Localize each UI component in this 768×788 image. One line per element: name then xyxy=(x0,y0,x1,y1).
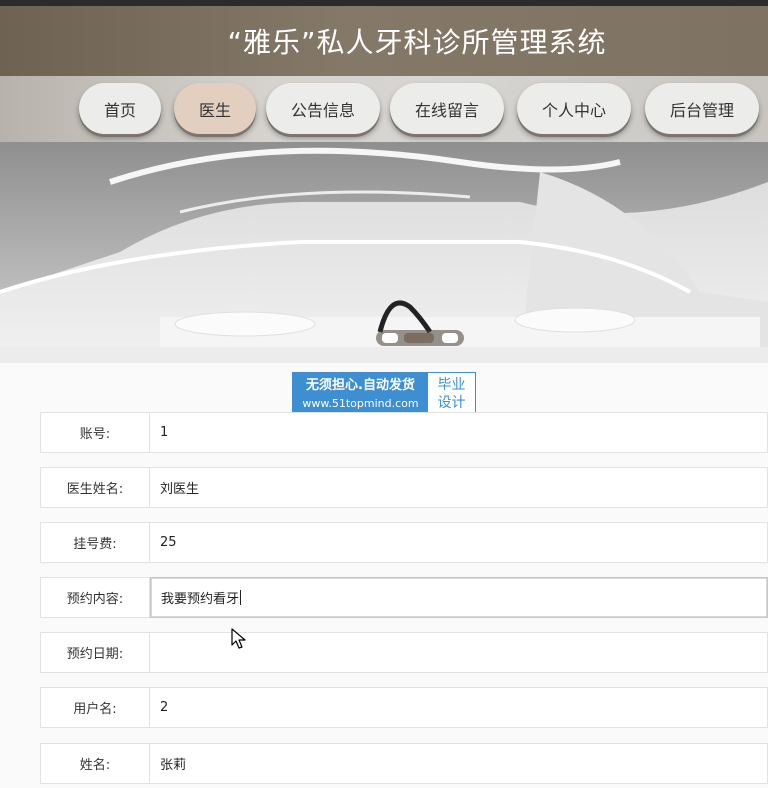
form-row-fee: 挂号费: 25 xyxy=(40,522,768,563)
username-label: 用户名: xyxy=(40,687,150,728)
nav-doctor[interactable]: 医生 xyxy=(174,83,256,134)
nav-admin[interactable]: 后台管理 xyxy=(645,83,759,134)
banner-carousel[interactable] xyxy=(0,142,768,363)
date-label: 预约日期: xyxy=(40,632,150,673)
doctor-name-field[interactable]: 刘医生 xyxy=(150,467,768,508)
content-field[interactable]: 我要预约看牙 xyxy=(150,577,768,618)
form-row-username: 用户名: 2 xyxy=(40,687,768,728)
content-value: 我要预约看牙 xyxy=(161,592,240,607)
nav-announcements[interactable]: 公告信息 xyxy=(266,83,380,134)
watermark-line2: www.51topmind.com xyxy=(302,397,419,410)
content-label: 预约内容: xyxy=(40,577,150,618)
nav-messages[interactable]: 在线留言 xyxy=(390,83,504,134)
text-caret xyxy=(240,590,242,605)
form-row-doctor-name: 医生姓名: 刘医生 xyxy=(40,467,768,508)
form-row-account: 账号: 1 xyxy=(40,412,768,453)
fee-label: 挂号费: xyxy=(40,522,150,563)
account-label: 账号: xyxy=(40,412,150,453)
watermark-badge: 无须担心.自动发货 www.51topmind.com 毕业 设计 xyxy=(292,372,476,416)
nav-home[interactable]: 首页 xyxy=(79,83,161,134)
form-row-content: 预约内容: 我要预约看牙 xyxy=(40,577,768,618)
watermark-line1: 无须担心.自动发货 xyxy=(306,378,415,393)
form-row-date: 预约日期: xyxy=(40,632,768,673)
watermark-right1: 毕业 xyxy=(437,377,466,393)
carousel-dot-1[interactable] xyxy=(382,333,398,343)
nav-personal-center[interactable]: 个人中心 xyxy=(517,83,631,134)
account-field[interactable]: 1 xyxy=(150,412,768,453)
doctor-name-label: 医生姓名: xyxy=(40,467,150,508)
watermark-right2: 设计 xyxy=(437,395,466,411)
fee-field[interactable]: 25 xyxy=(150,522,768,563)
form-row-name: 姓名: 张莉 xyxy=(40,743,768,784)
mouse-pointer-icon xyxy=(231,628,246,649)
username-field[interactable]: 2 xyxy=(150,687,768,728)
site-title: “雅乐”私人牙科诊所管理系统 xyxy=(227,26,607,59)
main-nav: 首页 医生 公告信息 在线留言 个人中心 后台管理 xyxy=(0,76,768,142)
carousel-dot-2[interactable] xyxy=(404,333,434,343)
carousel-dot-3[interactable] xyxy=(442,333,458,343)
carousel-pager xyxy=(376,330,464,346)
site-header: “雅乐”私人牙科诊所管理系统 xyxy=(0,6,768,76)
name-field[interactable]: 张莉 xyxy=(150,743,768,784)
name-label: 姓名: xyxy=(40,743,150,784)
